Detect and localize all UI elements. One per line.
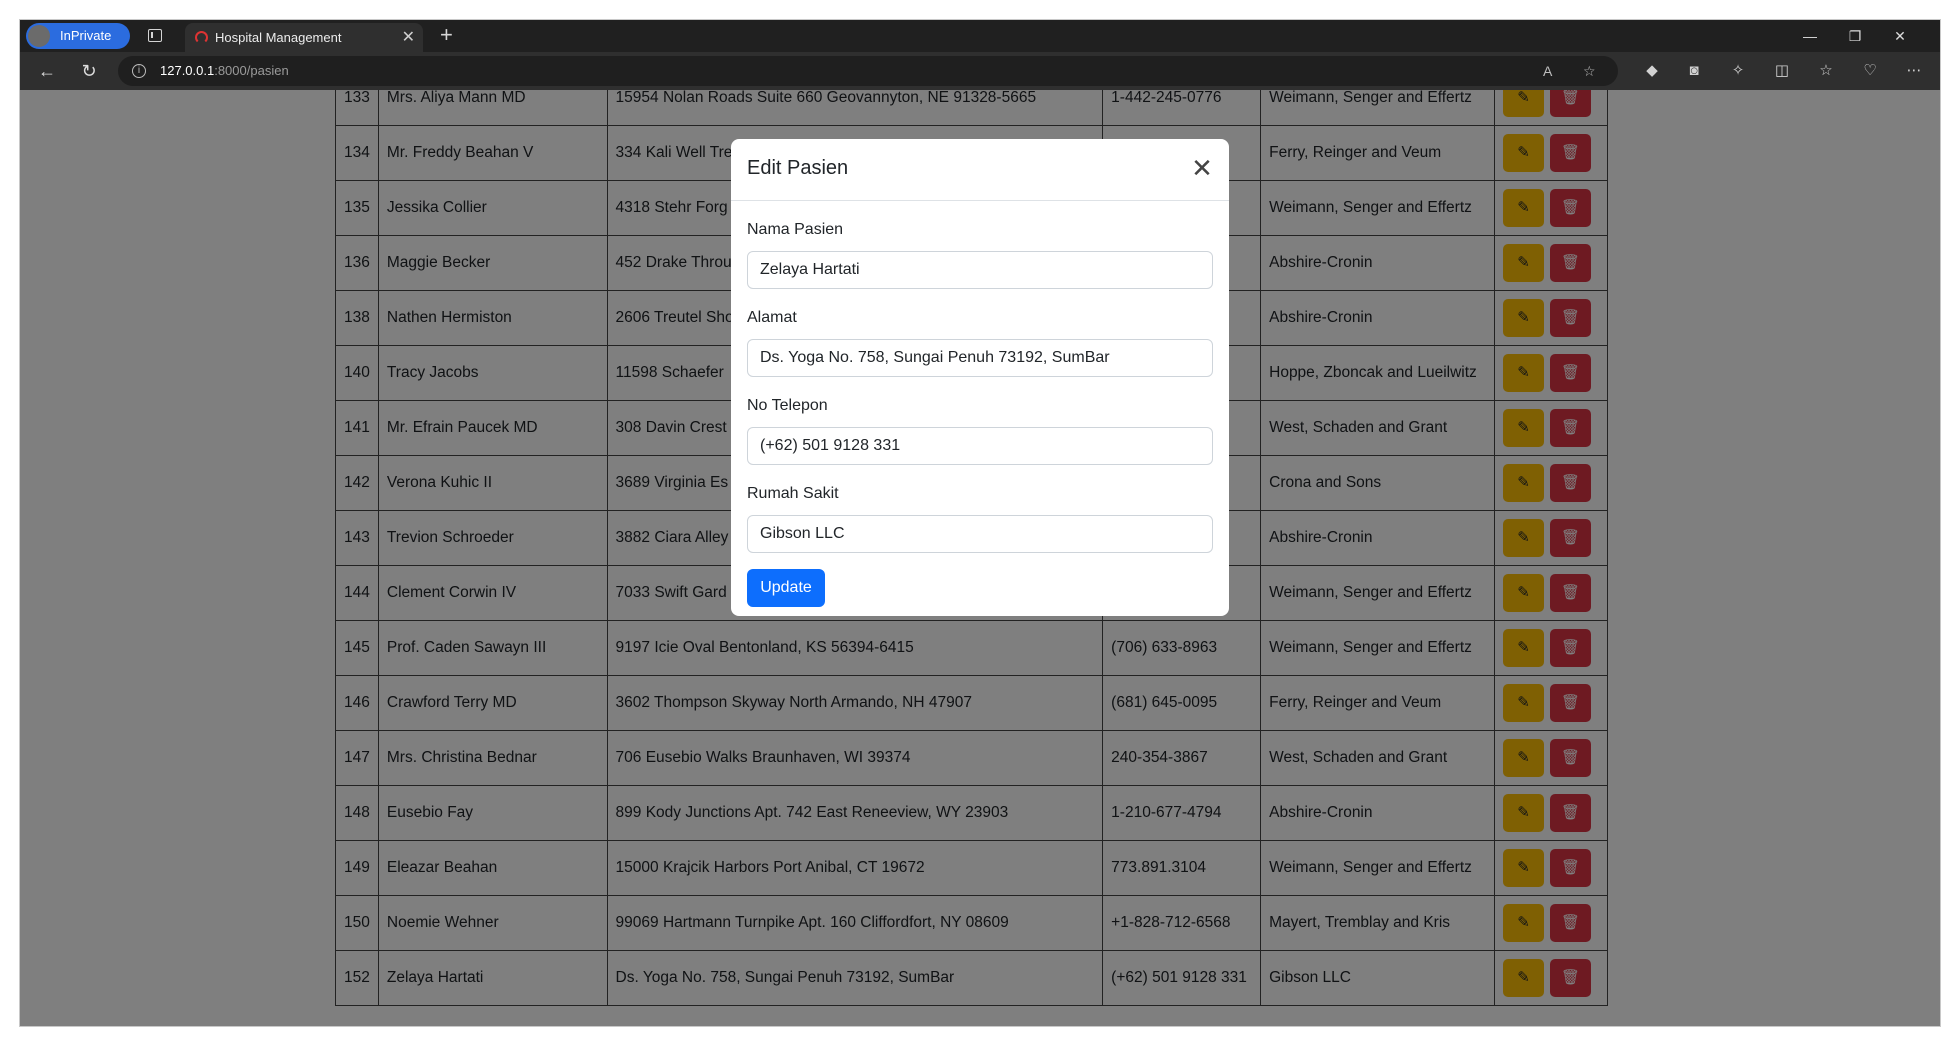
profile-button[interactable]: InPrivate (2) xyxy=(26,23,130,69)
nama-pasien-input[interactable]: Zelaya Hartati xyxy=(747,251,1213,289)
new-tab-icon[interactable]: + xyxy=(440,22,453,48)
tab-title: Hospital Management xyxy=(215,30,342,45)
tab-actions-icon[interactable] xyxy=(148,29,162,42)
restore-icon[interactable]: ❐ xyxy=(1835,20,1875,52)
refresh-icon[interactable]: ↻ xyxy=(74,52,104,90)
extension-2-icon[interactable]: ◙ xyxy=(1680,52,1708,90)
close-icon[interactable]: ✕ xyxy=(1187,153,1217,183)
update-button[interactable]: Update xyxy=(747,569,825,607)
url-field[interactable]: i 127.0.0.1:8000/pasien A ☆ xyxy=(118,56,1618,86)
alamat-input[interactable]: Ds. Yoga No. 758, Sungai Penuh 73192, Su… xyxy=(747,339,1213,377)
url-host: 127.0.0.1 xyxy=(160,63,215,78)
edit-pasien-modal: Edit Pasien ✕ Nama Pasien Zelaya Hartati… xyxy=(731,139,1229,616)
rumah-sakit-label: Rumah Sakit xyxy=(747,485,839,502)
no-telepon-input[interactable]: (+62) 501 9128 331 xyxy=(747,427,1213,465)
favorites-icon[interactable]: ☆ xyxy=(1812,52,1840,90)
favorite-star-icon[interactable]: ☆ xyxy=(1583,56,1596,86)
site-info-icon[interactable]: i xyxy=(132,64,146,78)
extension-icon[interactable]: ◆ xyxy=(1638,52,1666,90)
tab-bar: InPrivate (2) Hospital Management ✕ + — … xyxy=(20,20,1940,69)
no-telepon-label: No Telepon xyxy=(747,397,828,414)
split-screen-icon[interactable]: ◫ xyxy=(1768,52,1796,90)
modal-title: Edit Pasien xyxy=(747,157,849,179)
page-content: 133Mrs. Aliya Mann MD15954 Nolan Roads S… xyxy=(20,90,1940,1026)
modal-header: Edit Pasien ✕ xyxy=(731,139,1229,201)
minimize-icon[interactable]: — xyxy=(1790,20,1830,52)
address-bar-row: ← ↻ i 127.0.0.1:8000/pasien A ☆ ◆ ◙ ✧ ◫ … xyxy=(20,52,1940,90)
modal-body: Nama Pasien Zelaya Hartati Alamat Ds. Yo… xyxy=(731,201,1229,607)
alamat-label: Alamat xyxy=(747,309,797,326)
nama-pasien-label: Nama Pasien xyxy=(747,221,844,238)
favicon-icon xyxy=(195,31,208,44)
more-menu-icon[interactable]: ⋯ xyxy=(1900,52,1928,90)
read-aloud-icon[interactable]: A xyxy=(1543,56,1552,86)
avatar xyxy=(28,25,50,47)
rumah-sakit-select[interactable]: Gibson LLC xyxy=(747,515,1213,553)
browser-essentials-icon[interactable]: ♡ xyxy=(1856,52,1884,90)
tab-hospital-management[interactable]: Hospital Management ✕ xyxy=(185,23,423,52)
back-icon[interactable]: ← xyxy=(32,52,62,90)
tab-close-icon[interactable]: ✕ xyxy=(402,23,415,52)
extensions-puzzle-icon[interactable]: ✧ xyxy=(1724,52,1752,90)
url-path: :8000/pasien xyxy=(214,63,289,78)
window-close-icon[interactable]: ✕ xyxy=(1880,20,1920,52)
browser-window: InPrivate (2) Hospital Management ✕ + — … xyxy=(20,20,1940,1026)
